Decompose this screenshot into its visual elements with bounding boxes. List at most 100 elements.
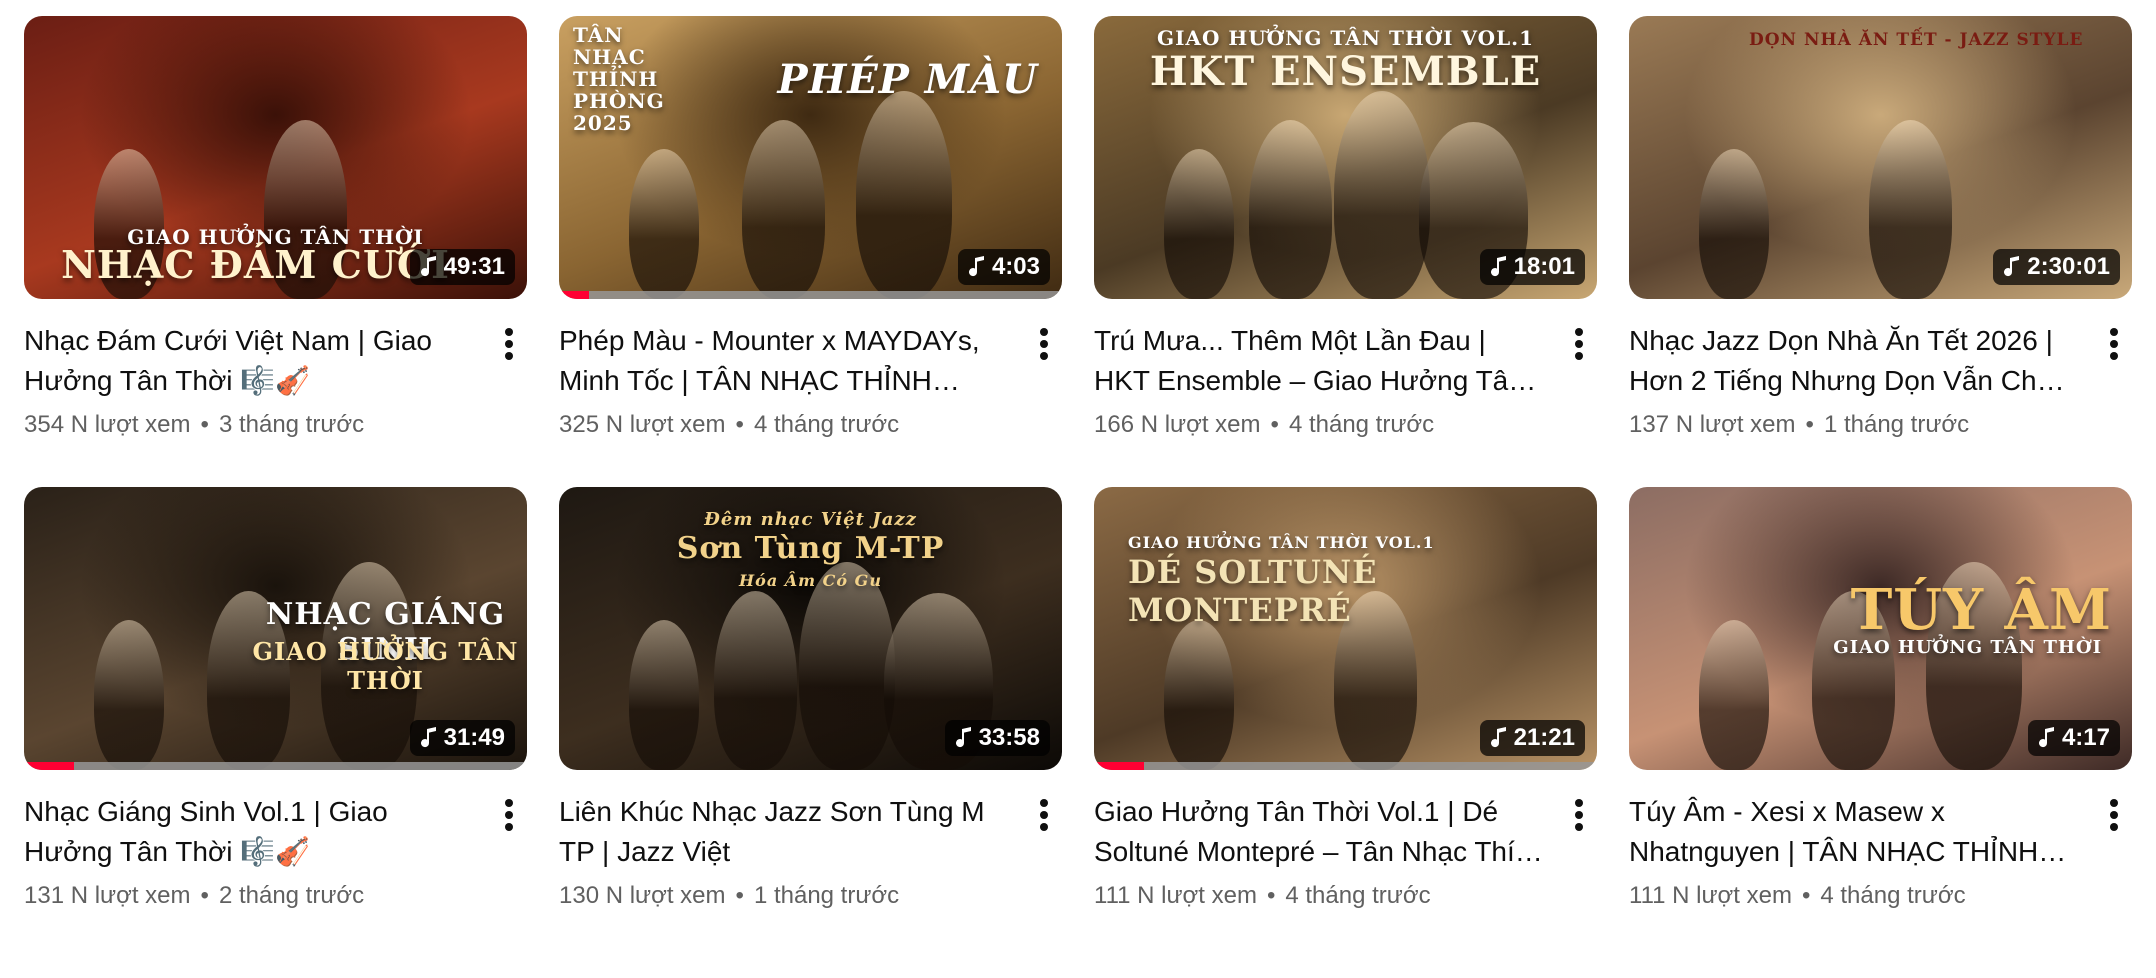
video-meta: Nhạc Giáng Sinh Vol.1 | Giao Hưởng Tân T… <box>24 792 527 872</box>
video-thumbnail[interactable]: DỌN NHÀ ĂN TẾT - JAZZ STYLE 2:30:01 <box>1629 16 2132 299</box>
thumbnail-figure <box>94 620 164 770</box>
video-title[interactable]: Liên Khúc Nhạc Jazz Sơn Tùng M TP | Jazz… <box>559 792 1026 872</box>
video-title[interactable]: Nhạc Jazz Dọn Nhà Ăn Tết 2026 | Hơn 2 Ti… <box>1629 321 2096 401</box>
thumbnail-subcaption: Hóa Âm Có Gu <box>739 571 882 590</box>
video-title[interactable]: Túy Âm - Xesi x Masew x Nhatnguyen | TÂN… <box>1629 792 2096 872</box>
watch-progress-bar <box>559 291 1062 299</box>
separator-dot: • <box>735 411 744 438</box>
video-stats: 354 N lượt xem • 3 tháng trước <box>24 411 527 439</box>
thumbnail-caption: TÂN NHẠC THỈNH PHÒNG 2025 <box>573 23 665 135</box>
separator-dot: • <box>735 882 744 909</box>
duration-badge: 4:17 <box>2027 720 2120 756</box>
video-card[interactable]: GIAO HƯỞNG TÂN THỜI NHẠC ĐÁM CƯỚI 49:31 … <box>24 16 527 439</box>
thumbnail-caption: DỌN NHÀ ĂN TẾT - JAZZ STYLE <box>1749 30 2084 50</box>
more-vert-icon <box>504 327 514 401</box>
more-actions-button[interactable] <box>1561 792 1597 872</box>
view-count: 166 N lượt xem <box>1094 411 1261 438</box>
thumbnail-heading: GIAO HƯỞNG TÂN THỜI <box>252 637 519 695</box>
thumbnail-caption: GIAO HƯỞNG TÂN THỜI VOL.1 <box>1128 533 1435 552</box>
duration-text: 49:31 <box>443 253 505 280</box>
upload-age: 3 tháng trước <box>218 411 365 438</box>
thumbnail-figure <box>1164 620 1234 770</box>
more-actions-button[interactable] <box>491 792 527 872</box>
watch-progress-bar <box>24 762 527 770</box>
thumbnail-figure <box>1699 620 1769 770</box>
more-vert-icon <box>2109 798 2119 872</box>
video-card[interactable]: TÂN NHẠC THỈNH PHÒNG 2025 PHÉP MÀU 4:03 … <box>559 16 1062 439</box>
separator-dot: • <box>1801 882 1811 909</box>
thumbnail-figure <box>855 91 952 299</box>
upload-age: 1 tháng trước <box>1823 411 1970 438</box>
duration-badge: 49:31 <box>409 249 515 285</box>
video-thumbnail[interactable]: GIAO HƯỞNG TÂN THỜI NHẠC ĐÁM CƯỚI 49:31 <box>24 16 527 299</box>
video-card[interactable]: DỌN NHÀ ĂN TẾT - JAZZ STYLE 2:30:01 Nhạc… <box>1629 16 2132 439</box>
more-actions-button[interactable] <box>1561 321 1597 401</box>
music-note-icon <box>955 727 973 749</box>
duration-badge: 18:01 <box>1479 249 1585 285</box>
video-thumbnail[interactable]: TÚY ÂM GIAO HƯỞNG TÂN THỜI 4:17 <box>1629 487 2132 770</box>
thumbnail-heading: HKT ENSEMBLE <box>1149 48 1542 95</box>
view-count: 354 N lượt xem <box>24 411 191 438</box>
music-note-icon <box>2003 256 2021 278</box>
more-actions-button[interactable] <box>1026 792 1062 872</box>
more-actions-button[interactable] <box>1026 321 1062 401</box>
video-stats: 130 N lượt xem • 1 tháng trước <box>559 882 1062 910</box>
video-title[interactable]: Nhạc Đám Cưới Việt Nam | Giao Hưởng Tân … <box>24 321 491 401</box>
watch-progress-fill <box>24 762 75 770</box>
thumbnail-caption: Đêm nhạc Việt Jazz <box>704 509 917 530</box>
duration-badge: 2:30:01 <box>1993 249 2120 285</box>
more-vert-icon <box>1574 798 1584 872</box>
duration-badge: 31:49 <box>409 720 515 756</box>
more-vert-icon <box>1039 798 1049 872</box>
watch-progress-bar <box>1094 762 1597 770</box>
video-card[interactable]: NHẠC GIÁNG SINH GIAO HƯỞNG TÂN THỜI 31:4… <box>24 487 527 910</box>
separator-dot: • <box>200 882 209 909</box>
video-thumbnail[interactable]: Đêm nhạc Việt Jazz Sơn Tùng M-TP Hóa Âm … <box>559 487 1062 770</box>
video-meta: Nhạc Đám Cưới Việt Nam | Giao Hưởng Tân … <box>24 321 527 401</box>
video-title[interactable]: Nhạc Giáng Sinh Vol.1 | Giao Hưởng Tân T… <box>24 792 491 872</box>
more-vert-icon <box>1574 327 1584 401</box>
video-card[interactable]: GIAO HƯỞNG TÂN THỜI VOL.1 DÉ SOLTUNÉ MON… <box>1094 487 1597 910</box>
thumbnail-figure <box>629 620 699 770</box>
video-thumbnail[interactable]: NHẠC GIÁNG SINH GIAO HƯỞNG TÂN THỜI 31:4… <box>24 487 527 770</box>
more-actions-button[interactable] <box>491 321 527 401</box>
thumbnail-figure <box>799 562 895 770</box>
video-card[interactable]: GIAO HƯỞNG TÂN THỜI VOL.1 HKT ENSEMBLE 1… <box>1094 16 1597 439</box>
watch-progress-fill <box>1094 762 1145 770</box>
video-stats: 137 N lượt xem • 1 tháng trước <box>1629 411 2132 439</box>
view-count: 111 N lượt xem <box>1629 882 1792 909</box>
video-thumbnail[interactable]: TÂN NHẠC THỈNH PHÒNG 2025 PHÉP MÀU 4:03 <box>559 16 1062 299</box>
more-actions-button[interactable] <box>2096 792 2132 872</box>
music-note-icon <box>420 727 438 749</box>
video-thumbnail[interactable]: GIAO HƯỞNG TÂN THỜI VOL.1 DÉ SOLTUNÉ MON… <box>1094 487 1597 770</box>
music-note-icon <box>2038 727 2056 749</box>
separator-dot: • <box>1805 411 1814 438</box>
thumbnail-heading: DÉ SOLTUNÉ MONTEPRÉ <box>1128 553 1378 629</box>
video-stats: 131 N lượt xem • 2 tháng trước <box>24 882 527 910</box>
thumbnail-figure <box>1164 149 1234 299</box>
view-count: 137 N lượt xem <box>1629 411 1796 438</box>
more-actions-button[interactable] <box>2096 321 2132 401</box>
thumbnail-figure <box>629 149 699 299</box>
thumbnail-figure <box>1334 91 1430 299</box>
thumbnail-figure <box>1249 120 1332 299</box>
thumbnail-figure <box>714 591 797 770</box>
music-note-icon <box>1490 256 1508 278</box>
video-stats: 111 N lượt xem • 4 tháng trước <box>1094 882 1597 910</box>
video-title[interactable]: Phép Màu - Mounter x MAYDAYs, Minh Tốc |… <box>559 321 1026 401</box>
video-card[interactable]: Đêm nhạc Việt Jazz Sơn Tùng M-TP Hóa Âm … <box>559 487 1062 910</box>
music-note-icon <box>420 256 438 278</box>
upload-age: 4 tháng trước <box>753 411 900 438</box>
video-thumbnail[interactable]: GIAO HƯỞNG TÂN THỜI VOL.1 HKT ENSEMBLE 1… <box>1094 16 1597 299</box>
upload-age: 4 tháng trước <box>1285 882 1431 909</box>
duration-text: 4:03 <box>991 253 1040 280</box>
video-title[interactable]: Trú Mưa... Thêm Một Lần Đau | HKT Ensemb… <box>1094 321 1561 401</box>
separator-dot: • <box>1270 411 1279 438</box>
more-vert-icon <box>504 798 514 872</box>
upload-age: 4 tháng trước <box>1820 882 1966 909</box>
duration-badge: 4:03 <box>957 249 1050 285</box>
more-vert-icon <box>1039 327 1049 401</box>
video-title[interactable]: Giao Hưởng Tân Thời Vol.1 | Dé Soltuné M… <box>1094 792 1561 872</box>
thumbnail-heading: GIAO HƯỞNG TÂN THỜI <box>1833 637 2102 658</box>
video-card[interactable]: TÚY ÂM GIAO HƯỞNG TÂN THỜI 4:17 Túy Âm -… <box>1629 487 2132 910</box>
